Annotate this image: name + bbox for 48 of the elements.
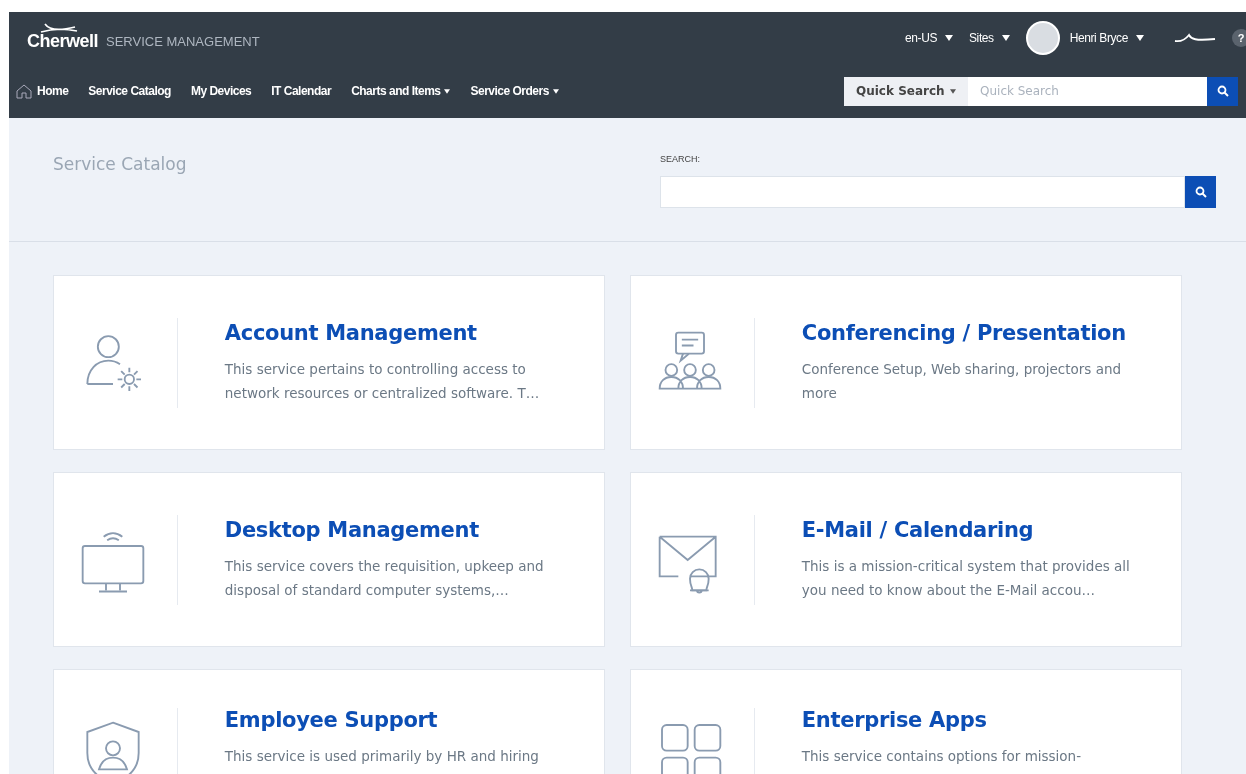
logo[interactable]: Cherwell [27, 24, 99, 52]
search-icon [1194, 186, 1207, 198]
service-description: This service is used primarily by HR and hiring [224, 747, 540, 766]
service-card[interactable]: Desktop Management This service covers the requisition, upkeep and disposal of standard computer systems,… [53, 472, 605, 647]
nav-link[interactable]: IT Calendar [271, 84, 332, 98]
service-title[interactable]: Account Management [224, 320, 604, 345]
help-button[interactable]: ? [1232, 29, 1246, 47]
service-card[interactable]: Employee Support This service is used primarily by HR and hiring [53, 669, 605, 774]
search-label: SEARCH: [660, 154, 701, 164]
nav-menu[interactable]: Charts and Items [351, 84, 451, 98]
service-title[interactable]: Enterprise Apps [801, 708, 1181, 732]
nav-link[interactable]: Home [15, 83, 69, 99]
avatar[interactable] [1025, 21, 1060, 55]
caret-icon [1001, 35, 1010, 41]
service-card[interactable]: E-Mail / Calendaring This is a mission-critical system that provides all you need to know about the E-Mail accou… [630, 472, 1182, 647]
nav-link[interactable]: My Devices [190, 84, 252, 98]
catalog-search-field[interactable] [660, 176, 1185, 208]
page-title: Service Catalog [53, 154, 187, 176]
service-description: Conference Setup, Web sharing, projectors and more [801, 359, 1123, 403]
search-button[interactable] [1185, 176, 1216, 208]
service-card[interactable]: Enterprise Apps This service contains options for mission- [630, 669, 1182, 774]
service-description: This service pertains to controlling access to network resources or centralized software. T… [224, 359, 541, 403]
caret-icon [552, 88, 559, 94]
user-menu[interactable]: Henri Bryce [1069, 31, 1144, 45]
swoosh-icon[interactable] [1174, 32, 1216, 44]
service-title[interactable]: Desktop Management [224, 517, 604, 542]
service-title[interactable]: E-Mail / Calendaring [801, 517, 1181, 542]
service-title[interactable]: Employee Support [224, 708, 604, 732]
service-description: This service covers the requisition, upkeep and disposal of standard computer systems,… [224, 556, 545, 600]
service-card[interactable]: Conferencing / Presentation Conference Setup, Web sharing, projectors and more [630, 275, 1182, 450]
quick-search-field[interactable]: Quick Search [968, 76, 1207, 106]
search-icon [1216, 85, 1229, 97]
service-title[interactable]: Conferencing / Presentation [801, 320, 1181, 345]
search-button[interactable] [1207, 76, 1238, 106]
service-description: This is a mission-critical system that provides all you need to know about the E-Mail accou… [801, 556, 1131, 600]
caret-icon [444, 88, 451, 94]
service-description: This service contains options for mission- [801, 747, 1083, 766]
caret-icon [1136, 35, 1144, 41]
product-name: SERVICE MANAGEMENT [106, 32, 260, 49]
sites-dropdown[interactable]: Sites [969, 31, 1010, 45]
nav-menu[interactable]: Service Orders [470, 84, 559, 98]
caret-icon [945, 35, 953, 41]
locale-dropdown[interactable]: en-US [905, 31, 953, 45]
caret-icon [950, 88, 956, 94]
search-scope-dropdown[interactable]: Quick Search [844, 76, 968, 106]
home-icon [15, 83, 33, 99]
nav-link[interactable]: Service Catalog [88, 84, 171, 98]
service-card[interactable]: Account Management This service pertains to controlling access to network resources or centralized software. T… [53, 275, 605, 450]
